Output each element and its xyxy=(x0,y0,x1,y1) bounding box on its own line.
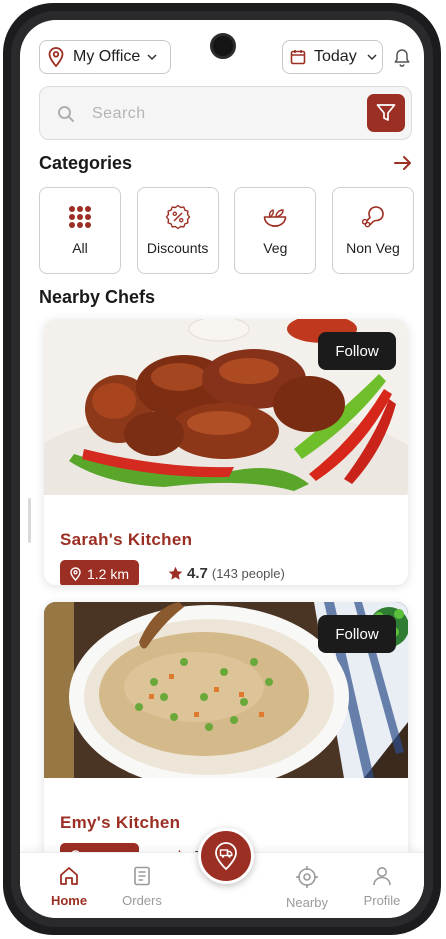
category-list: All Discounts Veg Non Veg xyxy=(39,187,414,274)
grid-dots-icon xyxy=(69,206,91,228)
chef-name: Sarah's Kitchen xyxy=(60,530,193,549)
phone-frame: My Office Today Search Categories All Di… xyxy=(3,3,441,935)
date-selector[interactable]: Today xyxy=(282,40,383,74)
nav-nearby[interactable]: Nearby xyxy=(277,865,337,910)
category-label: Discounts xyxy=(146,240,209,256)
chef-card[interactable]: Follow Sarah's Kitchen 1.2 km 4.7 (143 p… xyxy=(44,319,408,585)
date-label: Today xyxy=(314,48,357,65)
front-camera xyxy=(210,33,236,59)
categories-title: Categories xyxy=(39,153,133,173)
calendar-icon xyxy=(290,50,306,65)
volume-button xyxy=(437,178,441,238)
home-icon xyxy=(60,867,78,885)
category-non-veg[interactable]: Non Veg xyxy=(331,187,414,274)
location-label: My Office xyxy=(73,48,141,65)
rating: 4.7 (143 people) xyxy=(168,565,285,582)
review-count: (143 people) xyxy=(211,566,285,581)
category-discounts[interactable]: Discounts xyxy=(136,187,219,274)
filter-funnel-icon xyxy=(376,104,396,121)
arrow-right-icon[interactable] xyxy=(394,155,412,171)
nav-label: Home xyxy=(50,893,88,908)
profile-icon xyxy=(373,867,391,886)
power-button xyxy=(437,258,441,318)
distance-badge: 1.2 km xyxy=(60,560,140,585)
crosshair-icon xyxy=(296,866,318,888)
follow-button[interactable]: Follow xyxy=(318,332,396,370)
salad-bowl-icon xyxy=(264,209,287,227)
nav-profile[interactable]: Profile xyxy=(352,865,412,908)
screen-edge-indicator xyxy=(28,498,31,543)
nav-label: Orders xyxy=(122,893,162,908)
chef-food-image: Follow xyxy=(44,602,408,778)
star-icon xyxy=(168,566,183,580)
nearby-chefs-title: Nearby Chefs xyxy=(39,287,156,307)
map-pin-icon xyxy=(48,47,64,67)
category-veg[interactable]: Veg xyxy=(234,187,317,274)
category-label: Non Veg xyxy=(346,240,400,256)
chef-food-image: Follow xyxy=(44,319,408,495)
notification-bell-icon[interactable] xyxy=(393,48,411,68)
follow-button[interactable]: Follow xyxy=(318,615,396,653)
search-input[interactable] xyxy=(92,102,342,126)
category-label: Veg xyxy=(263,240,288,256)
rating-value: 4.7 xyxy=(187,565,208,582)
chef-card[interactable]: Follow Emy's Kitchen 2.7 km 4.2 xyxy=(44,602,408,862)
category-label: All xyxy=(72,240,88,256)
nav-label: Nearby xyxy=(286,895,328,910)
nav-home[interactable]: Home xyxy=(39,865,99,908)
chevron-down-icon xyxy=(367,54,377,61)
chicken-leg-icon xyxy=(361,206,384,228)
search-icon xyxy=(58,106,74,122)
distance-value: 1.2 km xyxy=(87,565,130,582)
chef-name: Emy's Kitchen xyxy=(60,813,181,832)
nav-label: Profile xyxy=(363,893,401,908)
app-screen: My Office Today Search Categories All Di… xyxy=(20,20,424,918)
track-order-button[interactable] xyxy=(198,828,254,884)
chevron-down-icon xyxy=(147,54,157,61)
filter-button[interactable] xyxy=(367,94,405,132)
map-pin-icon xyxy=(70,566,81,581)
location-selector[interactable]: My Office xyxy=(39,40,171,74)
location-truck-icon xyxy=(215,842,237,871)
nav-orders[interactable]: Orders xyxy=(112,865,172,908)
percent-badge-icon xyxy=(165,204,190,230)
search-bar xyxy=(39,86,412,140)
category-all[interactable]: All xyxy=(39,187,121,274)
orders-icon xyxy=(134,866,150,886)
